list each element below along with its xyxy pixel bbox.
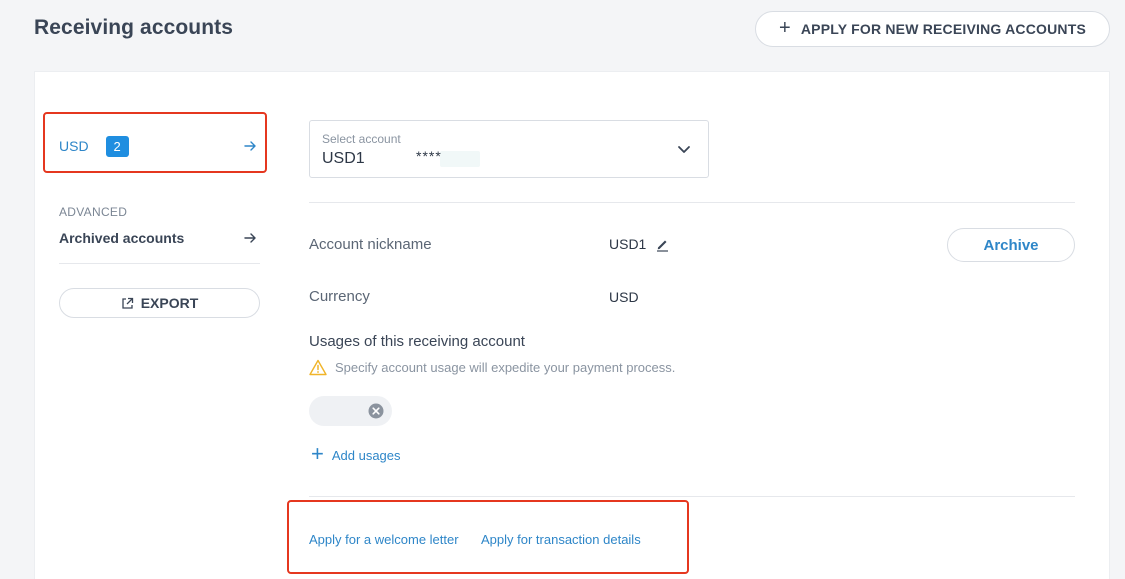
section-label-advanced: ADVANCED [59, 205, 128, 219]
export-button[interactable]: EXPORT [59, 288, 260, 318]
add-usages-button[interactable]: + Add usages [311, 441, 401, 466]
sidebar-item-usd[interactable]: USD 2 [59, 130, 259, 162]
plus-icon: + [778, 17, 791, 39]
apply-new-account-button[interactable]: + APPLY FOR NEW RECEIVING ACCOUNTS [755, 11, 1110, 47]
external-link-icon [122, 297, 133, 309]
apply-button-label: APPLY FOR NEW RECEIVING ACCOUNTS [800, 21, 1087, 37]
sidebar-item-label: USD [59, 138, 89, 154]
archived-label: Archived accounts [59, 230, 185, 246]
currency-label: Currency [309, 288, 370, 305]
close-circle-icon[interactable] [368, 403, 384, 419]
add-usages-label: Add usages [331, 448, 401, 463]
welcome-letter-link[interactable]: Apply for a welcome letter [309, 532, 459, 547]
sidebar-item-archived[interactable]: Archived accounts [59, 226, 259, 250]
divider [309, 202, 1075, 203]
select-value: USD1 [322, 150, 365, 167]
chevron-down-icon [678, 146, 690, 153]
arrow-right-icon [244, 233, 256, 243]
account-select[interactable]: Select account USD1 **** [309, 120, 709, 178]
transaction-details-link[interactable]: Apply for transaction details [481, 532, 641, 547]
plus-icon: + [311, 441, 324, 466]
arrow-right-icon [244, 141, 256, 151]
redacted-region [440, 151, 480, 167]
usage-chip [309, 396, 392, 426]
usages-title: Usages of this receiving account [309, 333, 525, 350]
select-caption: Select account [322, 132, 401, 146]
nickname-value: USD1 [609, 236, 647, 252]
export-label: EXPORT [140, 295, 199, 311]
masked-account-number: **** [416, 148, 442, 164]
usages-hint-text: Specify account usage will expedite your… [335, 360, 676, 375]
currency-value: USD [609, 289, 639, 305]
page-title: Receiving accounts [34, 16, 234, 39]
nickname-value-row: USD1 [609, 236, 670, 252]
pencil-icon[interactable] [655, 237, 670, 252]
archive-button[interactable]: Archive [947, 228, 1075, 262]
account-count-badge: 2 [105, 135, 129, 157]
divider [309, 496, 1075, 497]
divider [59, 263, 260, 264]
usages-hint: Specify account usage will expedite your… [309, 359, 675, 376]
warning-icon [309, 359, 327, 376]
nickname-label: Account nickname [309, 236, 432, 253]
